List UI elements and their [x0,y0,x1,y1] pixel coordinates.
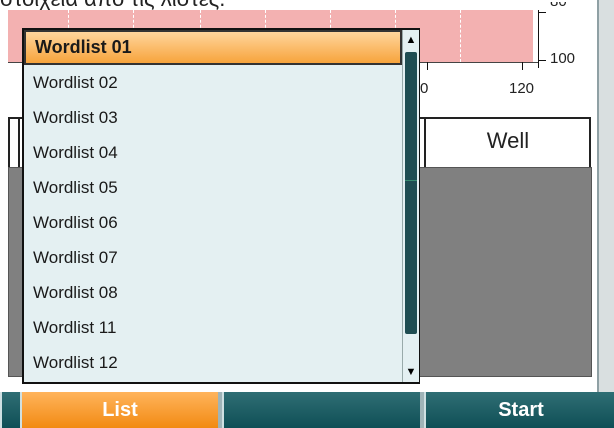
wordlist-option[interactable]: Wordlist 12 [24,345,402,380]
well-column-header: Well [486,128,530,153]
scroll-down-arrow-icon[interactable]: ▼ [403,364,419,380]
wordlist-option[interactable]: Wordlist 05 [24,170,402,205]
wordlist-option[interactable]: Wordlist 11 [24,310,402,345]
table-column-divider [8,117,10,167]
y-axis-tick [538,60,546,61]
wordlist-option-selected[interactable]: Wordlist 01 [24,30,402,65]
window-right-frame [597,0,614,392]
x-tick-label: 0 [420,80,429,97]
instruction-caption: στοιχεία από τις λίστες. [0,0,225,11]
wordlist-option[interactable]: Wordlist 07 [24,240,402,275]
wordlist-dropdown[interactable]: Wordlist 01 Wordlist 02 Wordlist 03 Word… [22,28,420,384]
chart-gridline [460,10,461,62]
scrollbar-thumb[interactable] [405,52,417,334]
wordlist-option[interactable]: Wordlist 03 [24,100,402,135]
wordlist-option[interactable]: Wordlist 04 [24,135,402,170]
y-tick-label: 80 [550,2,567,10]
table-column-divider [18,117,20,167]
y-tick-label: 100 [550,50,576,67]
function-key-3[interactable] [222,392,420,428]
wordlist-option[interactable]: Wordlist 06 [24,205,402,240]
start-button[interactable]: Start [424,392,614,428]
scrollbar-thumb-grip [405,180,417,181]
x-tick-label: 120 [509,80,535,97]
x-axis-tick [522,62,523,70]
dropdown-scrollbar[interactable]: ▲ ▼ [402,30,419,382]
x-axis-tick [427,62,428,70]
scroll-up-arrow-icon[interactable]: ▲ [403,32,419,48]
wordlist-option[interactable]: Wordlist 02 [24,65,402,100]
list-button[interactable]: List [20,392,218,428]
y-axis-tick [538,12,546,13]
function-key-1[interactable] [0,392,20,428]
wordlist-option[interactable]: Wordlist 08 [24,275,402,310]
